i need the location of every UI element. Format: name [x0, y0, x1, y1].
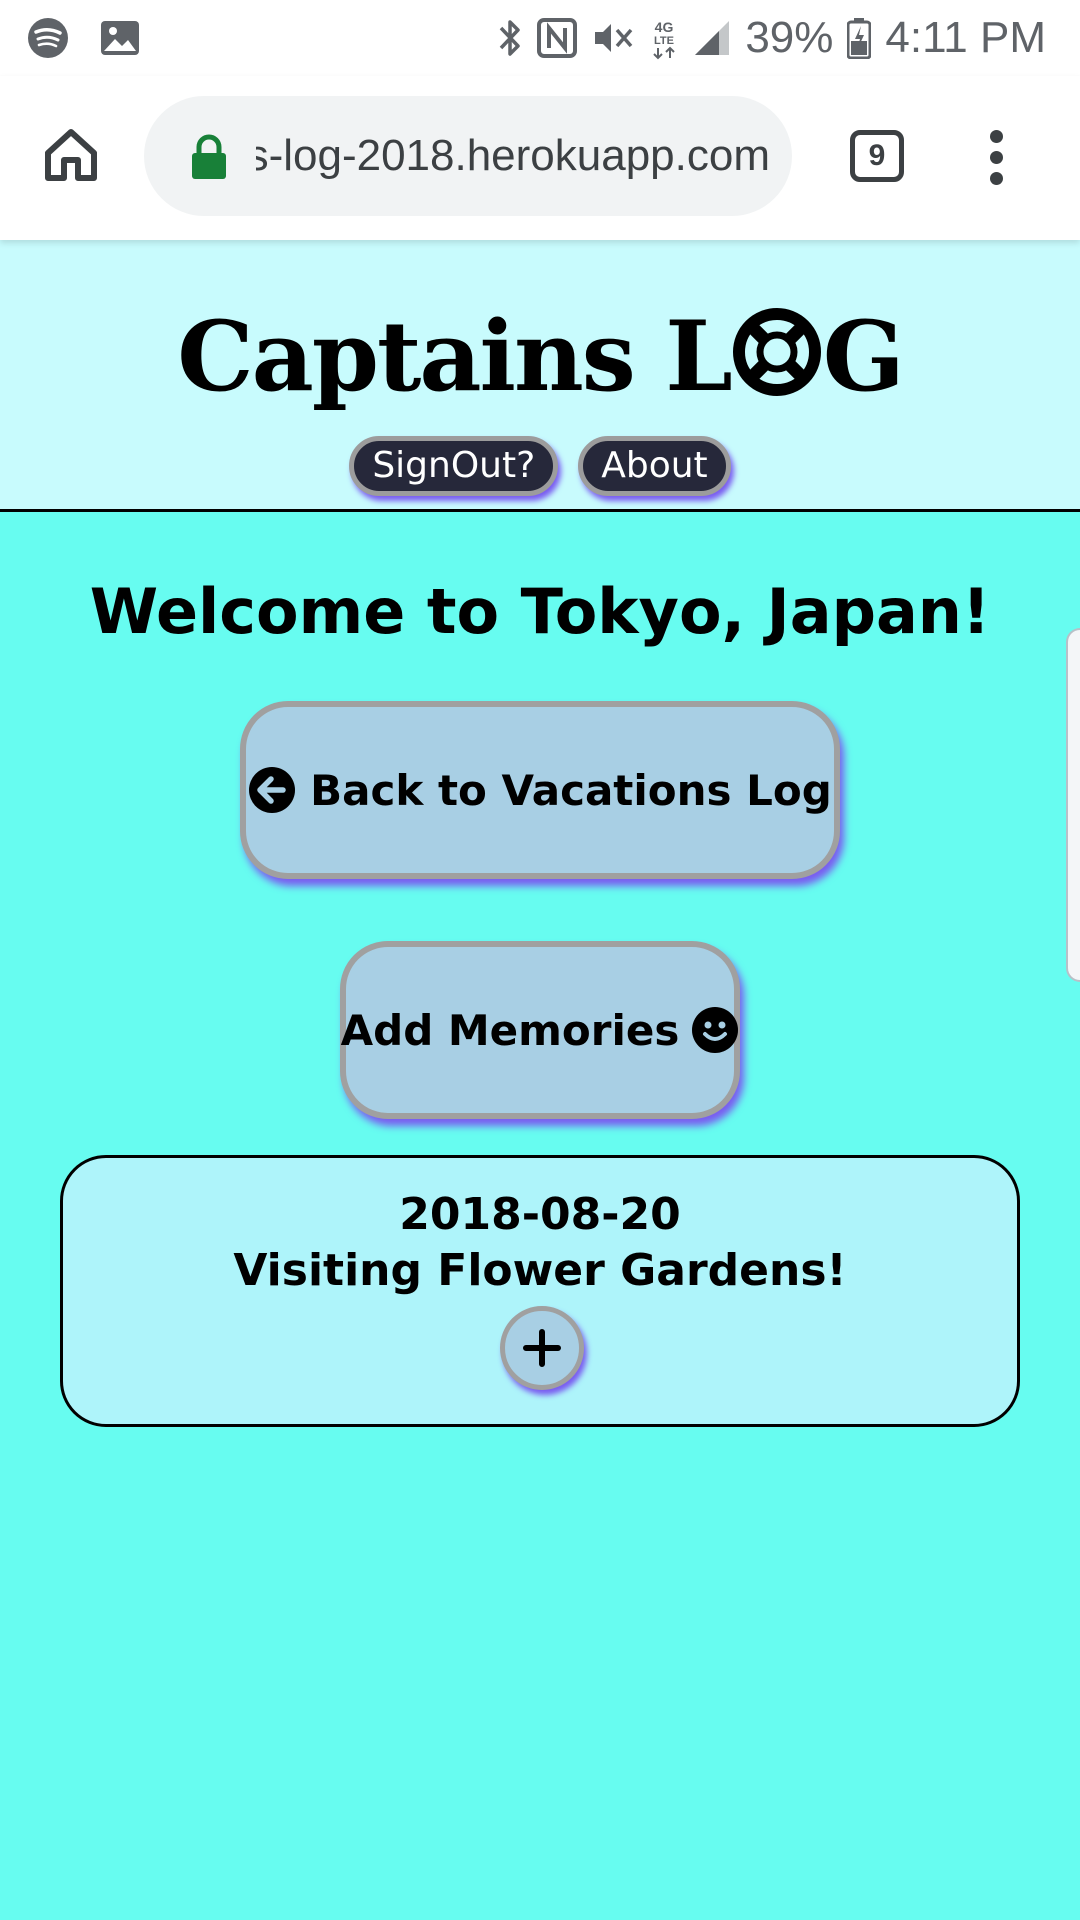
tabs-icon[interactable]: 9 — [850, 130, 904, 182]
header-nav: SignOut? About — [0, 436, 1080, 496]
status-bar: 4G LTE 39% 4:11 PM — [0, 0, 1080, 76]
address-bar[interactable]: captains-log-2018.herokuapp.com — [144, 96, 792, 216]
browser-toolbar: captains-log-2018.herokuapp.com 9 — [0, 76, 1080, 240]
battery-icon — [847, 17, 872, 59]
memory-title: Visiting Flower Gardens! — [233, 1245, 847, 1296]
back-to-vacations-button[interactable]: Back to Vacations Log — [240, 701, 840, 879]
nfc-icon — [537, 18, 578, 58]
life-ring-icon — [732, 308, 821, 396]
add-memories-button[interactable]: Add Memories — [340, 941, 740, 1119]
svg-text:4G: 4G — [655, 19, 674, 35]
signout-button[interactable]: SignOut? — [349, 436, 559, 496]
battery-percent: 39% — [745, 13, 834, 62]
back-button-label: Back to Vacations Log — [310, 765, 832, 815]
memory-date: 2018-08-20 — [399, 1189, 681, 1240]
expand-memory-button[interactable] — [500, 1306, 584, 1390]
page-title: Welcome to Tokyo, Japan! — [89, 575, 991, 648]
lte-icon: 4G LTE — [649, 16, 679, 60]
mute-vibrate-icon — [591, 18, 635, 58]
clock: 4:11 PM — [885, 13, 1046, 62]
plus-icon — [523, 1329, 561, 1367]
gallery-icon — [100, 20, 140, 56]
lock-icon — [190, 134, 228, 180]
spotify-icon — [26, 16, 70, 60]
edge-panel-handle[interactable] — [1066, 628, 1080, 982]
bluetooth-icon — [497, 16, 523, 60]
home-icon[interactable] — [42, 126, 100, 184]
site-logo[interactable]: Captains L G — [0, 302, 1080, 412]
url-text[interactable]: captains-log-2018.herokuapp.com — [256, 126, 770, 186]
arrow-circle-left-icon — [248, 766, 296, 814]
site-header: Captains L G SignOut? About — [0, 240, 1080, 512]
about-button[interactable]: About — [578, 436, 731, 496]
signal-icon — [693, 19, 731, 57]
add-memories-label: Add Memories — [340, 1005, 680, 1055]
svg-text:LTE: LTE — [654, 35, 674, 47]
memory-card: 2018-08-20 Visiting Flower Gardens! — [60, 1155, 1020, 1427]
more-menu-icon[interactable] — [986, 130, 1006, 186]
smile-icon — [691, 1006, 739, 1054]
